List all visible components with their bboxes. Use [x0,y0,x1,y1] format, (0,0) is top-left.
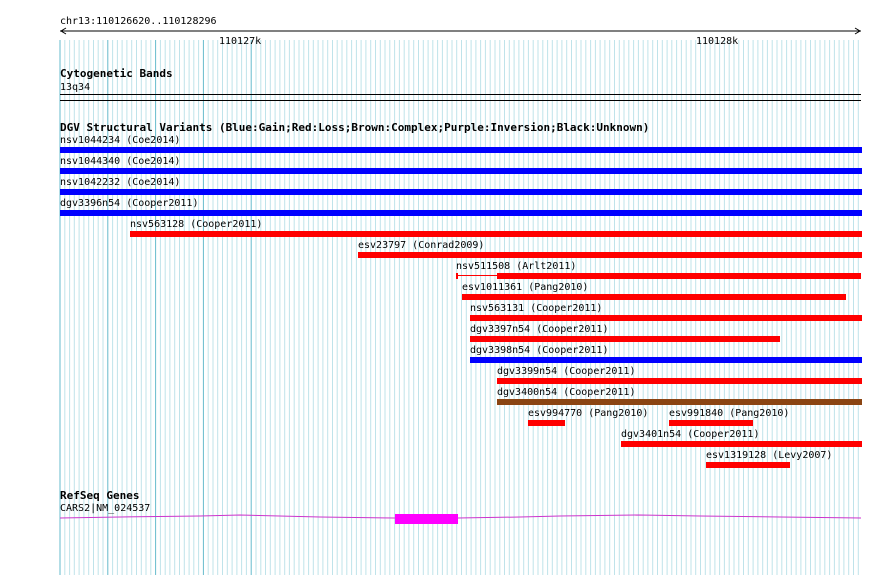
variant-bar[interactable] [456,273,458,279]
variant-label: esv994770 (Pang2010) [528,408,649,419]
gene-model[interactable] [0,510,890,530]
ruler-axis[interactable] [0,0,890,50]
variant-bar[interactable] [60,168,862,174]
variant-bar[interactable] [470,357,862,363]
variant-bar[interactable] [60,189,862,195]
variant-bar[interactable] [130,231,862,237]
variant-label: dgv3401n54 (Cooper2011) [621,429,760,440]
variant-bar[interactable] [621,441,862,447]
variant-bar[interactable] [462,294,846,300]
ruler-tick-label: 110127k [219,36,262,47]
variant-label: nsv1044234 (Coe2014) [60,135,181,146]
refseq-track-title: RefSeq Genes [60,489,140,502]
variant-bar[interactable] [470,315,862,321]
dgv-track-title: DGV Structural Variants (Blue:Gain;Red:L… [60,121,650,134]
variant-bar[interactable] [706,462,790,468]
genome-browser-view: chr13:110126620..110128296 110127k 11012… [0,0,890,575]
variant-label: esv1011361 (Pang2010) [462,282,589,293]
variant-label: nsv1044340 (Coe2014) [60,156,181,167]
variant-label: nsv1042232 (Coe2014) [60,177,181,188]
variant-bar[interactable] [60,147,862,153]
variant-bar[interactable] [528,420,565,426]
variant-label: dgv3400n54 (Cooper2011) [497,387,636,398]
variant-label: nsv511508 (Arlt2011) [456,261,577,272]
variant-label: nsv563128 (Cooper2011) [130,219,263,230]
variant-label: esv1319128 (Levy2007) [706,450,833,461]
cytoband-line [60,94,861,95]
variant-label: dgv3399n54 (Cooper2011) [497,366,636,377]
variant-bar[interactable] [497,273,861,279]
variant-bar[interactable] [669,420,753,426]
variant-bar[interactable] [470,336,780,342]
variant-bar[interactable] [358,252,862,258]
cytoband-track-title: Cytogenetic Bands [60,67,173,80]
ruler-tick-label: 110128k [696,36,739,47]
gene-exon [395,514,458,524]
gene-intron-line [457,514,862,519]
cytoband-line [60,100,861,101]
variant-bar[interactable] [60,210,862,216]
variant-connector[interactable] [456,275,497,276]
variant-label: nsv563131 (Cooper2011) [470,303,603,314]
variant-label: dgv3397n54 (Cooper2011) [470,324,609,335]
variant-label: esv991840 (Pang2010) [669,408,790,419]
cytoband-label: 13q34 [60,82,91,93]
variant-bar[interactable] [497,378,862,384]
gene-intron-line [59,514,396,519]
variant-bar[interactable] [497,399,862,405]
variant-label: esv23797 (Conrad2009) [358,240,485,251]
variant-label: dgv3396n54 (Cooper2011) [60,198,199,209]
variant-label: dgv3398n54 (Cooper2011) [470,345,609,356]
